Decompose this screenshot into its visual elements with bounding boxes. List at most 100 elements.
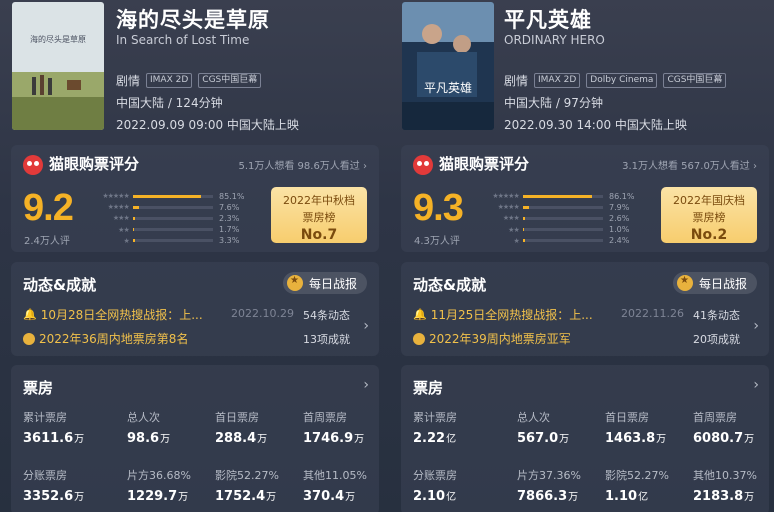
bo-first-day: 首日票房 288.4万 (215, 411, 268, 446)
star-bar (522, 216, 525, 220)
genre: 剧情 (504, 74, 529, 88)
score-count: 2.4万人评 (24, 236, 70, 247)
movie-poster[interactable]: 海的尽头是草原 (12, 2, 104, 130)
svg-text:海的尽头是草原: 海的尽头是草原 (30, 34, 86, 44)
star-distribution: ★★★★★ 85.1% ★★★★ 7.6% ★★★ 2.3% ★★ 1.7% ★ 3.3% (97, 191, 247, 247)
bell-icon: 🔔 (23, 308, 37, 321)
achievement-item[interactable]: 2022年36周内地票房第8名 (23, 330, 188, 347)
box-office-card[interactable]: 票房 › 累计票房 2.22亿 总人次 567.0万 首日票房 1463.8万 首周票… (401, 365, 769, 512)
maoyan-cat-icon (413, 155, 433, 175)
box-office-card[interactable]: 票房 › 累计票房 3611.6万 总人次 98.6万 首日票房 288.4万 首周票… (11, 365, 379, 512)
score: 9.3 (413, 187, 464, 229)
chevron-right-icon[interactable]: › (363, 318, 369, 334)
rating-title: 猫眼购票评分 (49, 155, 140, 173)
rating-card[interactable]: 猫眼购票评分 5.1万人想看 98.6万人看过 › 9.2 2.4万人评 ★★★… (11, 145, 379, 252)
format-tag: IMAX 2D (146, 73, 193, 88)
chevron-right-icon: › (363, 161, 367, 172)
chevron-right-icon: › (753, 161, 757, 172)
want-seen-text: 3.1万人想看 567.0万人看过 (622, 161, 750, 172)
daily-report-button[interactable]: 每日战报 (672, 272, 757, 294)
star-pct: 1.0% (609, 225, 630, 235)
bo-producer-share: 片方36.68% 1229.7万 (127, 469, 191, 504)
star-pct: 7.9% (609, 202, 630, 212)
svg-text:平凡英雄: 平凡英雄 (424, 80, 472, 95)
chevron-right-icon[interactable]: › (753, 318, 759, 334)
chevron-right-icon[interactable]: › (753, 377, 759, 393)
star-rating-icons: ★★ (508, 225, 520, 234)
news-item[interactable]: 🔔 11月25日全网热搜战报：上... (413, 306, 593, 323)
maoyan-cat-icon (23, 155, 43, 175)
movie-panel-right: 平凡英雄 平凡英雄 ORDINARY HERO 剧情 IMAX 2D Dolby… (387, 0, 774, 512)
star-rating-icons: ★ (513, 236, 519, 245)
news-date: 2022.10.29 (231, 307, 294, 320)
news-date: 2022.11.26 (621, 307, 684, 320)
star-pct: 2.6% (609, 213, 630, 223)
bo-admissions: 总人次 98.6万 (127, 411, 171, 446)
achievement-item[interactable]: 2022年39周内地票房亚军 (413, 330, 571, 347)
genre-row: 剧情 IMAX 2D Dolby Cinema CGS中国巨幕 (504, 72, 727, 89)
chevron-right-icon[interactable]: › (363, 377, 369, 393)
format-tag: CGS中国巨幕 (198, 73, 262, 88)
bo-admissions: 总人次 567.0万 (517, 411, 570, 446)
star-row: ★ 3.3% (97, 236, 247, 246)
news-item[interactable]: 🔔 10月28日全网热搜战报：上... (23, 306, 203, 323)
star-rating-icons: ★★★★★ (492, 192, 519, 200)
star-row: ★★ 1.0% (487, 225, 637, 235)
medal-icon (286, 275, 303, 291)
news-achievements-card[interactable]: 动态&成就 每日战报 🔔 10月28日全网热搜战报：上... 2022.10.2… (11, 262, 379, 356)
bell-icon: 🔔 (413, 308, 427, 321)
genre-row: 剧情 IMAX 2D CGS中国巨幕 (116, 72, 262, 89)
box-office-title: 票房 (23, 379, 54, 397)
movie-title-en: ORDINARY HERO (504, 33, 605, 47)
star-rating-icons: ★★★ (112, 214, 130, 223)
star-rating-icons: ★ (123, 236, 129, 245)
news-count: 41条动态 (693, 309, 740, 322)
bo-split: 分账票房 2.10亿 (413, 469, 457, 504)
score-count: 4.3万人评 (414, 236, 460, 247)
daily-report-label: 每日战报 (698, 276, 747, 291)
daily-report-button[interactable]: 每日战报 (282, 272, 367, 294)
star-bar (132, 194, 202, 198)
rating-card[interactable]: 猫眼购票评分 3.1万人想看 567.0万人看过 › 9.3 4.3万人评 ★★… (401, 145, 769, 252)
rating-title: 猫眼购票评分 (439, 155, 530, 173)
achievement-count: 13项成就 (303, 333, 350, 346)
release-date: 2022.09.30 14:00 中国大陆上映 (504, 118, 687, 132)
star-row: ★★★★★ 85.1% (97, 191, 247, 201)
award-rank: No.2 (690, 227, 728, 243)
news-count: 54条动态 (303, 309, 350, 322)
star-pct: 86.1% (609, 191, 635, 201)
award-line1: 2022年国庆档 (673, 194, 745, 207)
star-row: ★ 2.4% (487, 236, 637, 246)
ranking-award-badge[interactable]: 2022年中秋档 票房榜 No.7 (271, 187, 367, 243)
news-title: 动态&成就 (23, 276, 97, 294)
movie-panel-left: 海的尽头是草原 海的尽头是草原 In Search of Lost Time 剧… (0, 0, 387, 512)
region-runtime: 中国大陆 / 124分钟 (116, 96, 223, 110)
star-row: ★★★ 2.6% (487, 213, 637, 223)
movie-poster[interactable]: 平凡英雄 (402, 2, 494, 130)
medal-icon (676, 275, 693, 291)
want-seen-link[interactable]: 3.1万人想看 567.0万人看过 › (622, 157, 757, 172)
star-bar (132, 228, 135, 232)
ranking-award-badge[interactable]: 2022年国庆档 票房榜 No.2 (661, 187, 757, 243)
release-date: 2022.09.09 09:00 中国大陆上映 (116, 118, 299, 132)
star-bar (132, 239, 136, 243)
award-rank: No.7 (300, 227, 338, 243)
star-bar (522, 228, 524, 232)
star-row: ★★ 1.7% (97, 225, 247, 235)
want-seen-link[interactable]: 5.1万人想看 98.6万人看过 › (238, 157, 367, 172)
format-tag: Dolby Cinema (586, 73, 658, 88)
star-pct: 1.7% (219, 225, 240, 235)
genre: 剧情 (116, 74, 141, 88)
news-achievements-card[interactable]: 动态&成就 每日战报 🔔 11月25日全网热搜战报：上... 2022.11.2… (401, 262, 769, 356)
bo-split: 分账票房 3352.6万 (23, 469, 85, 504)
news-title: 动态&成就 (413, 276, 487, 294)
star-bar (522, 194, 592, 198)
star-pct: 2.4% (609, 236, 630, 246)
movie-title: 海的尽头是草原 (116, 8, 270, 32)
star-pct: 2.3% (219, 213, 240, 223)
movie-title: 平凡英雄 (504, 8, 592, 32)
achievement-count: 20项成就 (693, 333, 740, 346)
star-distribution: ★★★★★ 86.1% ★★★★ 7.9% ★★★ 2.6% ★★ 1.0% ★ 2.4% (487, 191, 637, 247)
bo-other-share: 其他10.37% 2183.8万 (693, 469, 757, 504)
award-line1: 2022年中秋档 (283, 194, 355, 207)
